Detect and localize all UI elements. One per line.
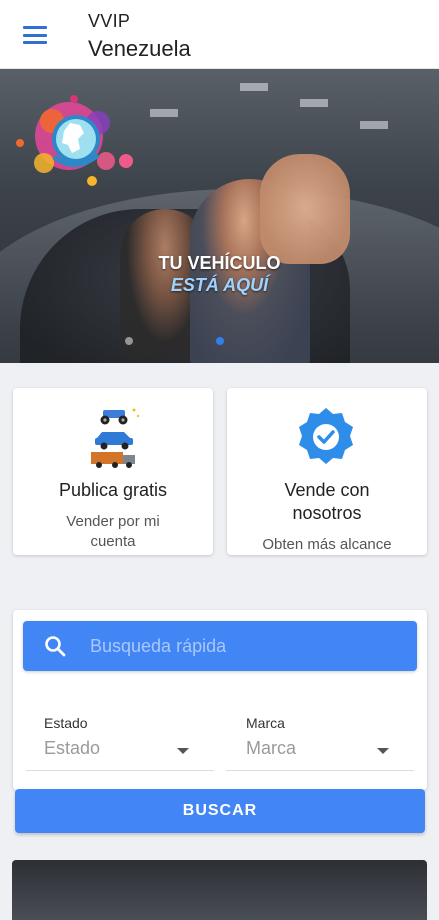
hamburger-menu-icon[interactable] [20,22,50,48]
quick-search-placeholder: Busqueda rápida [90,636,227,656]
promo-banner-carousel[interactable]: TU VEHÍCULO ESTÁ AQUÍ [0,69,439,363]
publish-free-subtitle-line1: Vender por mi [66,513,160,530]
banner-headline: TU VEHÍCULO [158,253,281,273]
marca-dropdown[interactable]: Marca Marca [226,712,414,772]
banner-subheadline: ESTÁ AQUÍ [170,275,269,295]
sell-with-us-card[interactable]: Vende con nosotros Obten más alcance [227,388,427,555]
quick-search-bar[interactable]: Busqueda rápida [23,621,417,671]
ok-hand-photo [260,154,350,264]
estado-value: Estado [44,738,101,758]
estado-label: Estado [44,715,88,731]
publish-free-card[interactable]: Publica gratis Vender por mi cuenta [13,388,213,555]
publish-free-title: Publica gratis [58,480,168,500]
vehicles-illustration-icon [91,408,140,468]
carousel-indicator [0,337,439,347]
estado-dropdown[interactable]: Estado Estado [26,712,214,772]
marca-label: Marca [246,715,285,731]
marca-value: Marca [246,738,297,758]
marca-caret-down-icon [377,748,389,754]
vvip-globe-logo-icon [16,95,133,186]
next-section-preview-image [12,860,427,920]
search-button[interactable]: BUSCAR [15,789,425,833]
search-icon [45,636,66,657]
estado-caret-down-icon [177,748,189,754]
app-title-line1: VVIP [88,11,131,31]
verified-badge-icon [299,408,353,464]
publish-free-subtitle-line2: cuenta [90,533,136,550]
carousel-dot-1[interactable] [125,337,133,345]
app-bar: VVIP Venezuela [0,0,439,69]
sell-with-us-title-line1: Vende con [284,480,370,500]
carousel-dot-2[interactable] [216,337,224,345]
sell-with-us-subtitle: Obten más alcance [262,536,392,553]
sell-with-us-title-line2: nosotros [292,503,362,523]
app-title-line2: Venezuela [88,36,191,61]
